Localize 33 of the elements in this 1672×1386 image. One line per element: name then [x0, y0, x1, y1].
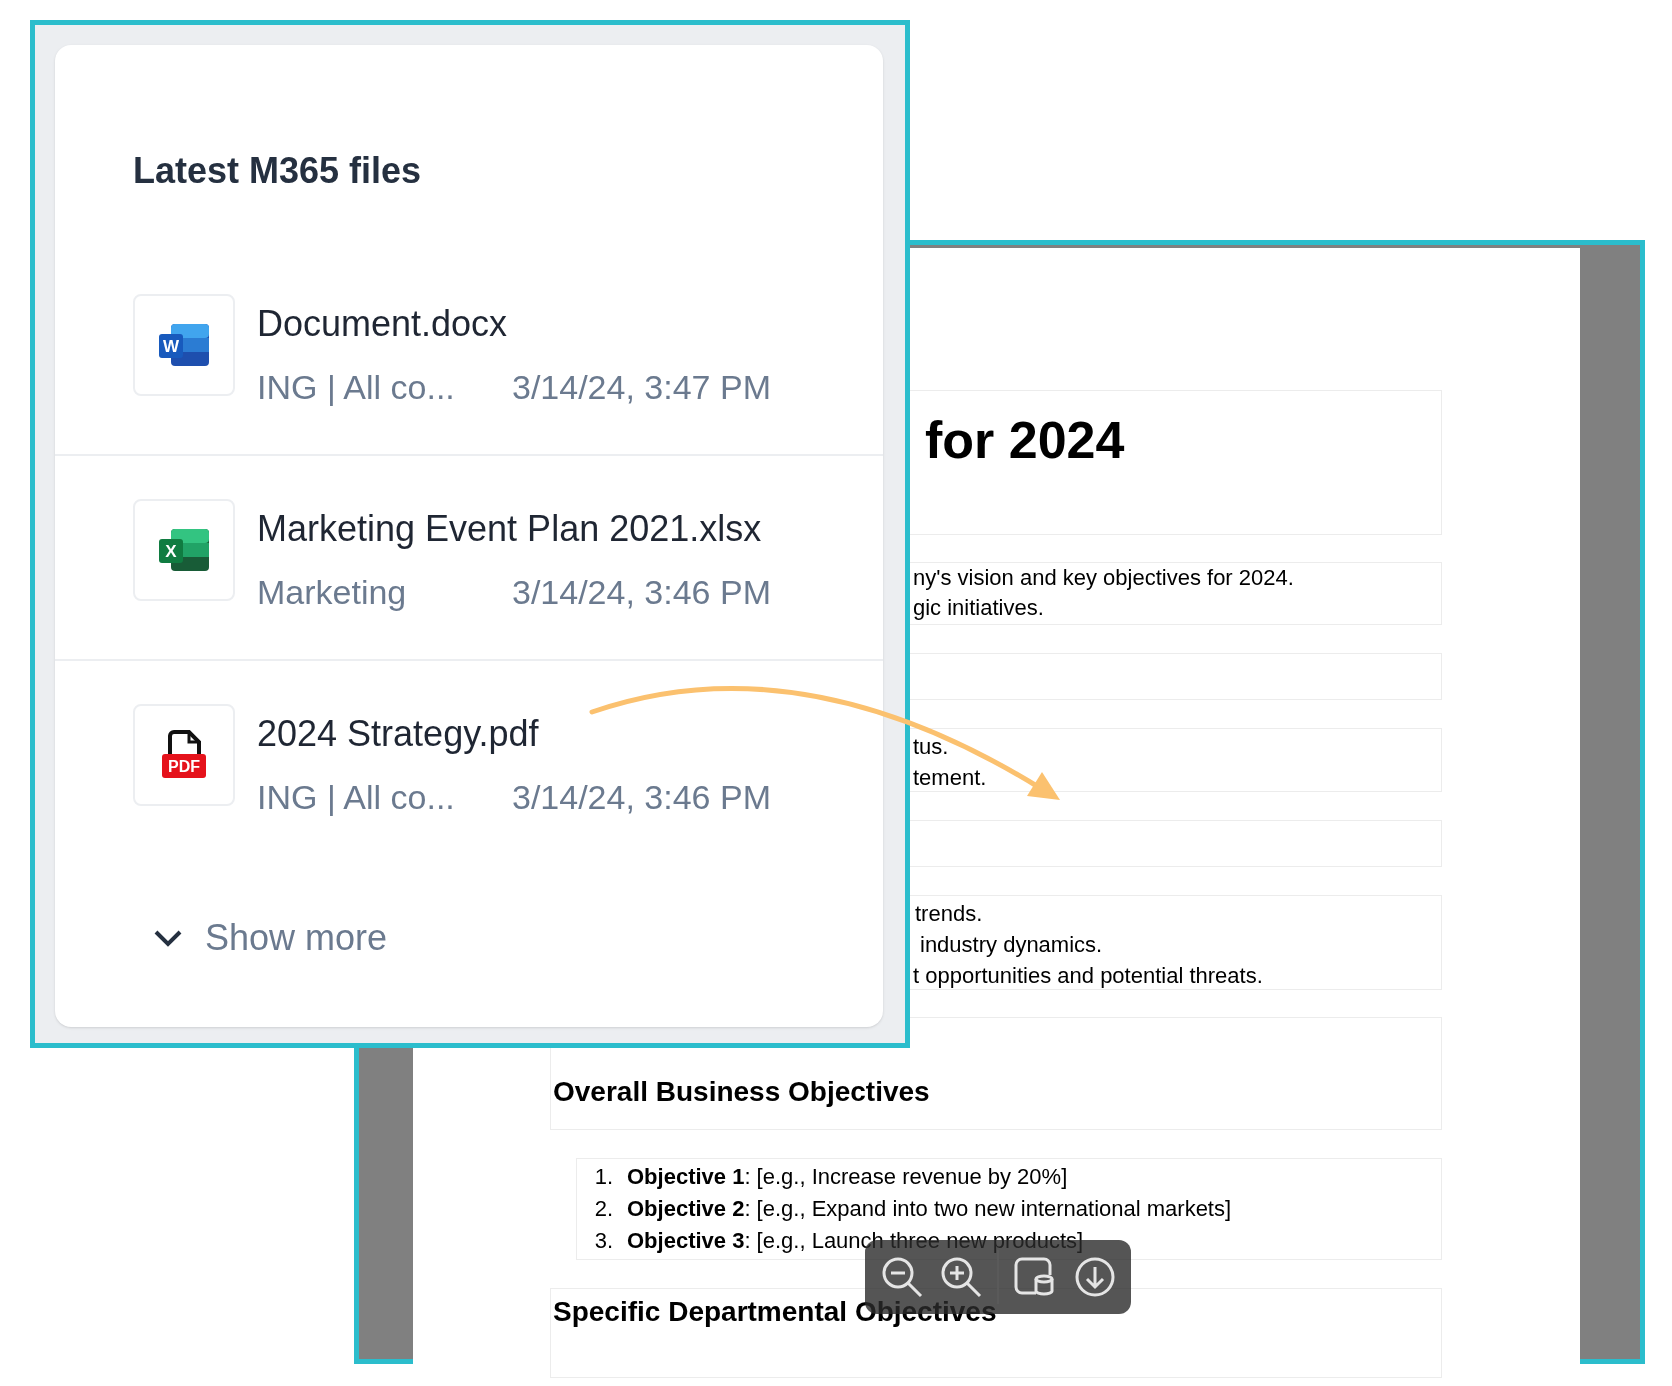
zoom-out-icon — [880, 1256, 923, 1298]
file-location: ING | All co... — [257, 777, 456, 818]
text-line: tus. — [913, 733, 950, 761]
text-line: t opportunities and potential threats. — [912, 962, 1264, 990]
file-row[interactable]: W Document.docx ING | All co... 3/14/24, 3:47 PM — [55, 251, 883, 456]
file-date: 3/14/24, 3:46 PM — [512, 777, 771, 818]
list-item-text: Objective 2: [e.g., Expand into two new international markets] — [627, 1195, 1232, 1223]
file-name: 2024 Strategy.pdf — [257, 712, 540, 756]
file-row[interactable]: X Marketing Event Plan 2021.xlsx Marketing 3/14/24, 3:46 PM — [55, 456, 883, 661]
document-title: for 2024 — [925, 410, 1126, 471]
list-number: 1. — [593, 1163, 614, 1191]
list-number: 2. — [593, 1195, 614, 1223]
file-date: 3/14/24, 3:47 PM — [512, 367, 771, 408]
section-subheading: Overall Business Objectives — [552, 1075, 930, 1109]
list-item-text: Objective 1: [e.g., Increase revenue by 20%] — [627, 1163, 1068, 1191]
file-location: Marketing — [257, 572, 408, 613]
file-name: Document.docx — [257, 302, 509, 346]
text-line: industry dynamics. — [919, 931, 1104, 959]
list-number: 3. — [593, 1227, 614, 1255]
file-row[interactable]: PDF 2024 Strategy.pdf ING | All co... 3/14/24, 3:46 PM — [55, 661, 883, 866]
text-line: trends. — [914, 900, 984, 928]
zoom-in-icon — [939, 1256, 982, 1298]
text-line: ny's vision and key objectives for 2024. — [913, 564, 1295, 592]
file-name: Marketing Event Plan 2021.xlsx — [257, 507, 763, 551]
download-icon — [1073, 1256, 1116, 1298]
card-title: Latest M365 files — [132, 149, 423, 193]
file-date: 3/14/24, 3:46 PM — [512, 572, 771, 613]
file-location: ING | All co... — [257, 367, 456, 408]
show-more-button[interactable]: Show more — [153, 916, 388, 960]
chevron-down-icon — [153, 929, 183, 947]
text-line: gic initiatives. — [913, 594, 1045, 622]
page-cylinder-icon — [1014, 1257, 1057, 1297]
text-line: tement. — [913, 764, 988, 792]
